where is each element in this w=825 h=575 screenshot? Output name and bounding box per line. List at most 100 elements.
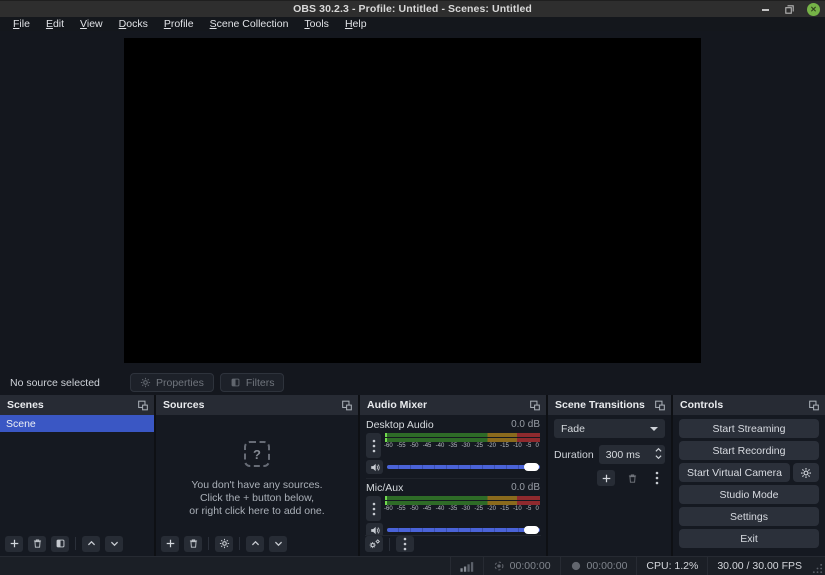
remove-source-button[interactable] <box>184 535 202 552</box>
mute-button[interactable] <box>366 460 383 474</box>
dock-panels: Scenes Scene Sources ? You don't have an… <box>0 395 825 556</box>
slider-handle[interactable] <box>524 526 539 534</box>
close-icon: ✕ <box>810 4 817 14</box>
resize-grip[interactable] <box>811 557 825 575</box>
close-button[interactable]: ✕ <box>807 3 820 16</box>
properties-button[interactable]: Properties <box>130 373 214 392</box>
transition-selected-value: Fade <box>561 422 585 435</box>
move-source-up-button[interactable] <box>246 535 264 552</box>
record-status-icon <box>571 561 580 571</box>
transition-properties-button[interactable] <box>649 470 665 486</box>
toolbar-separator <box>389 537 390 551</box>
trash-icon <box>628 473 636 483</box>
titlebar[interactable]: OBS 30.2.3 - Profile: Untitled - Scenes:… <box>0 0 825 17</box>
audio-mixer-body: Desktop Audio 0.0 dB -60 -55 -50 -45 -40 -35-… <box>360 415 546 537</box>
channel-name: Desktop Audio <box>366 418 434 431</box>
mixer-channel-desktop-audio: Desktop Audio 0.0 dB -60 -55 -50 -45 -40 -35-… <box>366 416 540 474</box>
empty-text-line: or right click here to add one. <box>189 505 325 517</box>
spin-down-icon[interactable] <box>655 454 662 460</box>
scenes-panel: Scenes Scene <box>0 395 154 556</box>
add-source-button[interactable] <box>161 535 179 552</box>
menu-scene-collection[interactable]: Scene Collection <box>202 17 297 31</box>
source-toolbar: No source selected Properties Filters <box>0 370 825 395</box>
menu-profile[interactable]: Profile <box>156 17 202 31</box>
scene-list-item[interactable]: Scene <box>0 415 154 432</box>
sources-panel-header[interactable]: Sources <box>156 395 358 415</box>
move-source-down-button[interactable] <box>269 535 287 552</box>
move-scene-up-button[interactable] <box>82 535 100 552</box>
restore-button[interactable] <box>783 3 796 16</box>
transition-select[interactable]: Fade <box>554 419 665 438</box>
toolbar-separator <box>239 537 240 550</box>
studio-mode-button[interactable]: Studio Mode <box>679 485 819 504</box>
advanced-audio-button[interactable] <box>365 536 383 552</box>
mixer-menu-button[interactable] <box>396 536 414 552</box>
transitions-header[interactable]: Scene Transitions <box>548 395 671 415</box>
toolbar-separator <box>75 537 76 550</box>
start-streaming-button[interactable]: Start Streaming <box>679 419 819 438</box>
spinner-arrows <box>655 447 662 460</box>
dots-vertical-icon <box>372 439 375 452</box>
virtual-camera-config-button[interactable] <box>793 463 819 482</box>
menu-edit[interactable]: Edit <box>38 17 72 31</box>
filters-button[interactable]: Filters <box>219 373 285 392</box>
meter-scale: -60 -55 -50 -45 -40 -35 -30 -25 -20 -15 -10 -5 0 <box>384 506 539 512</box>
duration-spinner[interactable]: 300 ms <box>598 445 665 464</box>
move-scene-down-button[interactable] <box>105 535 123 552</box>
stream-status-icon <box>494 561 504 571</box>
minimize-button[interactable] <box>759 3 772 16</box>
volume-slider[interactable] <box>387 460 540 474</box>
gear-icon <box>800 467 812 478</box>
window-controls: ✕ <box>759 1 820 18</box>
controls-header[interactable]: Controls <box>673 395 825 415</box>
source-properties-button[interactable] <box>215 535 233 552</box>
signal-bars-icon <box>460 561 473 572</box>
sources-empty-state[interactable]: ? You don't have any sources. Click the … <box>156 415 358 518</box>
stream-timer: 00:00:00 <box>484 557 560 575</box>
channel-menu-button[interactable] <box>366 433 381 458</box>
controls-body: Start Streaming Start Recording Start Vi… <box>673 415 825 552</box>
float-dock-icon[interactable] <box>137 400 149 411</box>
float-dock-icon[interactable] <box>529 400 541 411</box>
audio-mixer-header[interactable]: Audio Mixer <box>360 395 546 415</box>
obs-window: OBS 30.2.3 - Profile: Untitled - Scenes:… <box>0 0 825 575</box>
float-dock-icon[interactable] <box>341 400 353 411</box>
add-transition-button[interactable] <box>597 470 615 486</box>
float-dock-icon[interactable] <box>808 400 820 411</box>
scenes-panel-header[interactable]: Scenes <box>0 395 154 415</box>
preview-canvas[interactable] <box>124 38 701 363</box>
remove-transition-button[interactable] <box>624 470 640 486</box>
slider-handle[interactable] <box>524 463 539 471</box>
speaker-icon <box>370 463 380 471</box>
controls-panel: Controls Start Streaming Start Recording… <box>673 395 825 556</box>
sources-toolbar <box>161 535 353 552</box>
chevron-down-icon <box>110 541 118 547</box>
scenes-panel-title: Scenes <box>7 399 44 411</box>
scene-filters-button[interactable] <box>51 535 69 552</box>
menu-docks[interactable]: Docks <box>111 17 156 31</box>
start-recording-button[interactable]: Start Recording <box>679 441 819 460</box>
filters-label: Filters <box>245 376 275 389</box>
add-scene-button[interactable] <box>5 535 23 552</box>
menu-view[interactable]: View <box>72 17 111 31</box>
dots-vertical-icon <box>403 537 407 551</box>
remove-scene-button[interactable] <box>28 535 46 552</box>
transitions-title: Scene Transitions <box>555 399 645 411</box>
meter-scale: -60 -55 -50 -45 -40 -35 -30 -25 -20 -15 -10 -5 0 <box>384 443 539 449</box>
menu-tools[interactable]: Tools <box>296 17 337 31</box>
cpu-usage: CPU: 1.2% <box>637 557 707 575</box>
volume-meter: -60 -55 -50 -45 -40 -35 -30 -25 -20 -15 -10 -5 0 <box>384 433 540 458</box>
menubar: File Edit View Docks Profile Scene Colle… <box>0 17 825 31</box>
float-dock-icon[interactable] <box>654 400 666 411</box>
start-virtual-camera-button[interactable]: Start Virtual Camera <box>679 463 790 482</box>
menu-file[interactable]: File <box>5 17 38 31</box>
duration-value: 300 ms <box>605 448 641 461</box>
channel-menu-button[interactable] <box>366 496 381 521</box>
settings-button[interactable]: Settings <box>679 507 819 526</box>
statusbar: 00:00:00 00:00:00 CPU: 1.2% 30.00 / 30.0… <box>0 556 825 575</box>
exit-button[interactable]: Exit <box>679 529 819 548</box>
slider-track <box>387 528 540 532</box>
menu-help[interactable]: Help <box>337 17 375 31</box>
spin-up-icon[interactable] <box>655 447 662 453</box>
source-toolbar-buttons: Properties Filters <box>130 373 285 392</box>
